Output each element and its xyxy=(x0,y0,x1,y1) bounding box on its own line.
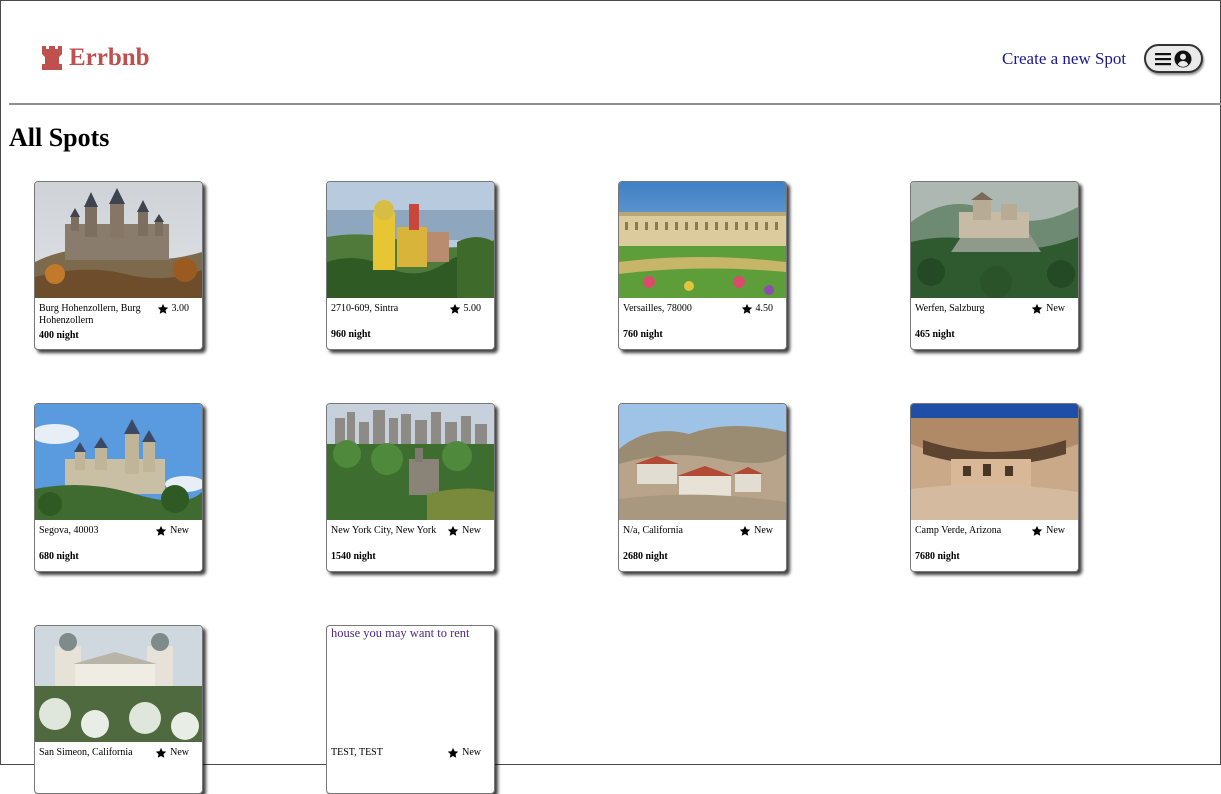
spot-location: Segova, 40003 xyxy=(39,525,99,536)
spot-location: Werfen, Salzburg xyxy=(915,303,985,314)
spot-image xyxy=(911,182,1078,298)
spot-card[interactable]: Versailles, 78000 4.50 760 night xyxy=(618,181,787,350)
spot-rating: New xyxy=(155,747,189,759)
spot-card[interactable]: Werfen, Salzburg New 465 night xyxy=(910,181,1079,350)
star-icon xyxy=(1031,303,1043,315)
spot-rating: New xyxy=(1031,525,1065,537)
spot-rating: New xyxy=(447,525,481,537)
home-logo-link[interactable]: Errbnb xyxy=(41,43,150,73)
spot-rating: 5.00 xyxy=(449,303,481,315)
spot-card[interactable]: Camp Verde, Arizona New 7680 night xyxy=(910,403,1079,572)
spot-price: 960 night xyxy=(331,329,371,340)
star-icon xyxy=(1031,525,1043,537)
spot-rating: New xyxy=(447,747,481,759)
header-divider xyxy=(9,103,1221,105)
spot-rating: 3.00 xyxy=(157,303,189,315)
star-icon xyxy=(449,303,461,315)
spot-card[interactable]: Segova, 40003 New 680 night xyxy=(34,403,203,572)
spot-location: New York City, New York xyxy=(331,525,437,536)
star-icon xyxy=(447,747,459,759)
spot-price: 2680 night xyxy=(623,551,668,562)
spot-card[interactable]: Burg Hohenzollern, Burg Hohenzollern 3.0… xyxy=(34,181,203,350)
spot-rating: New xyxy=(155,525,189,537)
spot-card[interactable]: house you may want to rent TEST, TEST Ne… xyxy=(326,625,495,794)
brand-name: Errbnb xyxy=(69,44,150,71)
broken-image: house you may want to rent xyxy=(331,626,470,640)
spot-image xyxy=(35,626,202,742)
spot-image xyxy=(327,182,494,298)
star-icon xyxy=(739,525,751,537)
spot-location: Versailles, 78000 xyxy=(623,303,692,314)
spot-location: N/a, California xyxy=(623,525,683,536)
spot-rating: New xyxy=(1031,303,1065,315)
spot-rating: New xyxy=(739,525,773,537)
page-title: All Spots xyxy=(9,123,110,152)
star-icon xyxy=(741,303,753,315)
spot-image xyxy=(35,404,202,520)
spot-location: Burg Hohenzollern, Burg Hohenzollern xyxy=(39,303,141,326)
spot-price: 400 night xyxy=(39,330,79,341)
spot-image xyxy=(619,404,786,520)
top-nav: Errbnb Create a new Spot xyxy=(1,1,1221,104)
spot-image xyxy=(619,182,786,298)
spot-rating: 4.50 xyxy=(741,303,773,315)
spot-price: 680 night xyxy=(39,551,79,562)
spot-image xyxy=(35,182,202,298)
spot-price: 1540 night xyxy=(331,551,376,562)
spot-location: Camp Verde, Arizona xyxy=(915,525,1002,536)
user-circle-icon xyxy=(1174,50,1192,67)
spot-card[interactable]: New York City, New York New 1540 night xyxy=(326,403,495,572)
spot-card[interactable]: San Simeon, California New xyxy=(34,625,203,794)
spot-location: TEST, TEST xyxy=(331,747,383,758)
spot-card[interactable]: 2710-609, Sintra 5.00 960 night xyxy=(326,181,495,350)
star-icon xyxy=(155,747,167,759)
spot-price: 465 night xyxy=(915,329,955,340)
create-spot-link[interactable]: Create a new Spot xyxy=(1002,49,1126,69)
star-icon xyxy=(447,525,459,537)
spot-location: 2710-609, Sintra xyxy=(331,303,399,314)
spot-price: 760 night xyxy=(623,329,663,340)
castle-tower-icon xyxy=(42,46,62,70)
spot-image xyxy=(327,404,494,520)
spot-card[interactable]: N/a, California New 2680 night xyxy=(618,403,787,572)
star-icon xyxy=(155,525,167,537)
star-icon xyxy=(157,303,169,315)
profile-menu-button[interactable] xyxy=(1144,44,1203,73)
spot-image xyxy=(911,404,1078,520)
spot-price: 7680 night xyxy=(915,551,960,562)
hamburger-icon xyxy=(1155,52,1171,65)
spot-location: San Simeon, California xyxy=(39,747,133,758)
